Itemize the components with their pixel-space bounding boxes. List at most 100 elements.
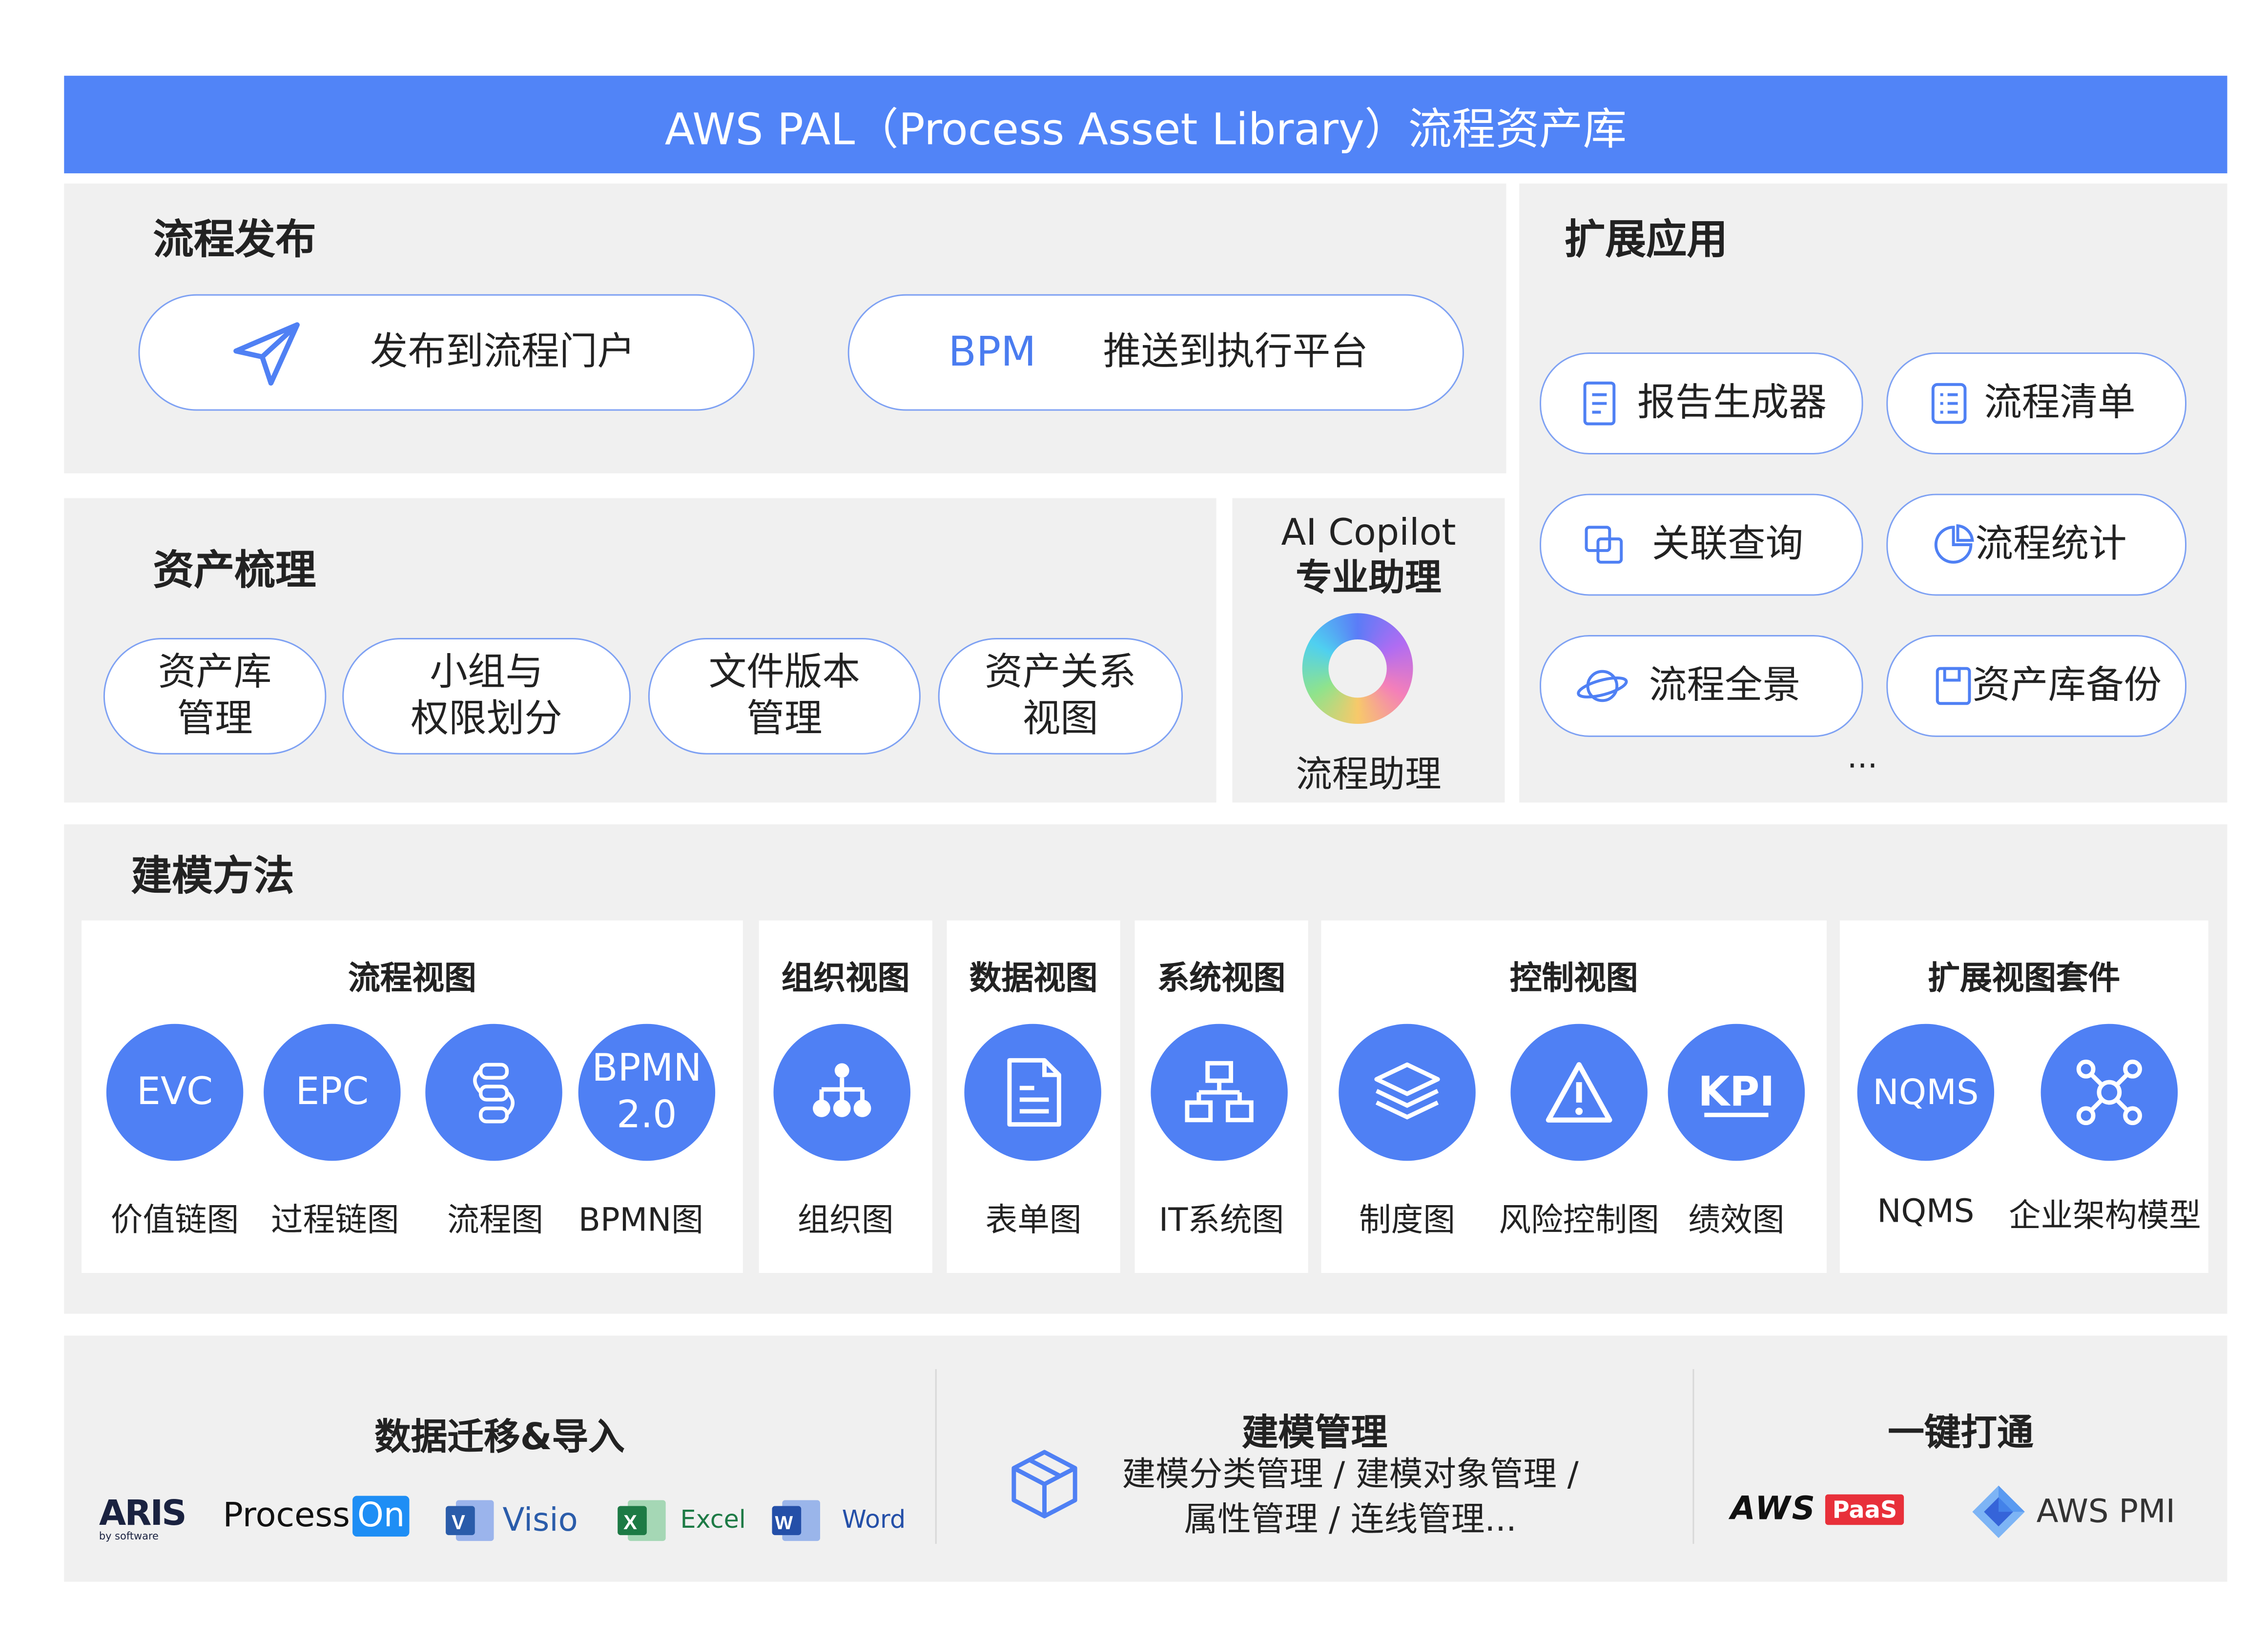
card-title: 控制视图 (1509, 961, 1638, 998)
publish-portal-label: 发布到流程门户 (370, 330, 636, 374)
hub-circle[interactable] (2041, 1024, 2178, 1161)
copilot-label: 流程助理 (1296, 753, 1442, 796)
ext-process-panorama[interactable]: 流程全景 (1540, 635, 1863, 737)
document-icon (1583, 381, 1616, 426)
ext-relation-query[interactable]: 关联查询 (1540, 493, 1863, 596)
circle-label: 过程链图 (270, 1203, 399, 1240)
ext-label: 流程统计 (1975, 523, 2127, 567)
circle-label: BPMN图 (578, 1203, 703, 1240)
ext-process-list[interactable]: 流程清单 (1886, 352, 2186, 455)
excel-icon: X (618, 1500, 666, 1541)
box-icon (1011, 1450, 1077, 1518)
hub-icon (2076, 1059, 2142, 1126)
circle-label: 价值链图 (110, 1203, 239, 1240)
aris-logo: ARIS by software (99, 1496, 189, 1542)
divider (1692, 1369, 1694, 1544)
page-banner: AWS PAL（Process Asset Library）流程资产库 (64, 76, 2227, 174)
divider (935, 1369, 937, 1544)
org-view-card: 组织视图 组织图 (759, 920, 932, 1273)
asset-line: 资产库 (158, 651, 272, 695)
circle-label: 绩效图 (1688, 1203, 1785, 1240)
pmi-text: AWS PMI (2036, 1494, 2175, 1530)
control-view-card: 控制视图 制度图 风险控制图 KPI 绩效图 (1321, 920, 1827, 1273)
excel-text: Excel (680, 1506, 746, 1536)
asset-relation-view[interactable]: 资产关系 视图 (938, 637, 1183, 755)
circle-label: IT系统图 (1158, 1203, 1284, 1240)
ext-label: 流程清单 (1984, 381, 2136, 426)
word-text: Word (842, 1506, 906, 1536)
migration-title: 数据迁移&导入 (374, 1415, 625, 1458)
asset-line: 视图 (1022, 697, 1098, 741)
ext-library-backup[interactable]: 资产库备份 (1886, 635, 2186, 737)
ext-label: 流程全景 (1649, 664, 1801, 708)
org-chart-circle[interactable] (773, 1024, 910, 1161)
checklist-icon (1931, 383, 1967, 424)
epc-circle[interactable]: EPC (264, 1024, 401, 1161)
warning-icon (1546, 1062, 1612, 1123)
data-view-card: 数据视图 表单图 (947, 920, 1120, 1273)
ext-report-generator[interactable]: 报告生成器 (1540, 352, 1863, 455)
asset-line: 资产关系 (985, 651, 1136, 695)
copilot-logo[interactable] (1302, 613, 1413, 724)
asset-line: 小组与 (430, 651, 544, 695)
svg-text:X: X (623, 1511, 637, 1534)
warning-circle[interactable] (1510, 1024, 1648, 1161)
processon-b: On (352, 1496, 410, 1537)
copy-icon (1585, 526, 1623, 564)
processon-a: Process (223, 1497, 350, 1536)
publish-portal-button[interactable]: 发布到流程门户 (138, 294, 755, 411)
asset-file-versions[interactable]: 文件版本 管理 (648, 637, 921, 755)
circle-label: 制度图 (1359, 1203, 1456, 1240)
org-chart-icon (813, 1063, 871, 1117)
card-title: 数据视图 (969, 961, 1098, 998)
nqms-circle[interactable]: NQMS (1857, 1024, 1995, 1161)
copilot-line2: 专业助理 (1296, 556, 1442, 599)
push-bpm-button[interactable]: BPM 推送到执行平台 (847, 294, 1464, 411)
modeling-mgmt-text: 建模分类管理 / 建模对象管理 / 属性管理 / 连线管理... (1095, 1454, 1605, 1544)
asset-line: 文件版本 (708, 651, 861, 695)
kpi-underline (1704, 1112, 1769, 1117)
circle-label: 组织图 (797, 1203, 894, 1240)
word-logo: W Word (771, 1497, 906, 1544)
bpmn-line: 2.0 (617, 1093, 677, 1138)
asset-line: 管理 (746, 697, 823, 741)
network-circle[interactable] (1151, 1024, 1288, 1161)
bpmn-circle[interactable]: BPMN 2.0 (578, 1024, 716, 1161)
card-title: 系统视图 (1157, 961, 1286, 998)
ext-process-stats[interactable]: 流程统计 (1886, 493, 2186, 596)
extensions-title: 扩展应用 (1564, 215, 1728, 264)
bpmn-line: BPMN (592, 1047, 702, 1091)
flowchart-circle[interactable] (425, 1024, 562, 1161)
circle-label: NQMS (1877, 1194, 1975, 1231)
layers-circle[interactable] (1339, 1024, 1476, 1161)
ext-more: ... (1847, 739, 1878, 777)
card-title: 流程视图 (348, 961, 476, 998)
paper-plane-icon (233, 322, 300, 386)
visio-logo: V Visio (444, 1497, 578, 1544)
ext-label: 报告生成器 (1637, 381, 1827, 426)
card-title: 组织视图 (781, 961, 910, 998)
evc-circle[interactable]: EVC (106, 1024, 244, 1161)
aws-pmi-logo: AWS PMI (1969, 1483, 2175, 1541)
publish-title: 流程发布 (153, 215, 316, 264)
paas-text: PaaS (1825, 1494, 1905, 1525)
circle-label: 流程图 (447, 1203, 544, 1240)
copilot-line1: AI Copilot (1281, 511, 1456, 554)
bpm-logo: BPM (948, 328, 1036, 376)
network-icon (1185, 1061, 1254, 1123)
push-bpm-label: 推送到执行平台 (1103, 330, 1368, 374)
svg-text:V: V (452, 1511, 465, 1534)
modeling-title: 建模方法 (131, 852, 294, 901)
aws-text: AWS (1730, 1491, 1816, 1528)
form-circle[interactable] (964, 1024, 1101, 1161)
planet-icon (1577, 670, 1628, 702)
circle-label: 企业架构模型 (2008, 1198, 2201, 1235)
copilot-title: AI Copilot 专业助理 (1232, 510, 1505, 600)
ext-label: 资产库备份 (1972, 664, 2162, 708)
kpi-circle[interactable]: KPI (1668, 1024, 1805, 1161)
asset-line: 权限划分 (411, 697, 562, 741)
asset-groups-permissions[interactable]: 小组与 权限划分 (342, 637, 631, 755)
asset-library-management[interactable]: 资产库 管理 (103, 637, 327, 755)
word-icon: W (772, 1500, 820, 1541)
extension-view-card: 扩展视图套件 NQMS NQMS 企业架构模型 (1839, 920, 2208, 1273)
